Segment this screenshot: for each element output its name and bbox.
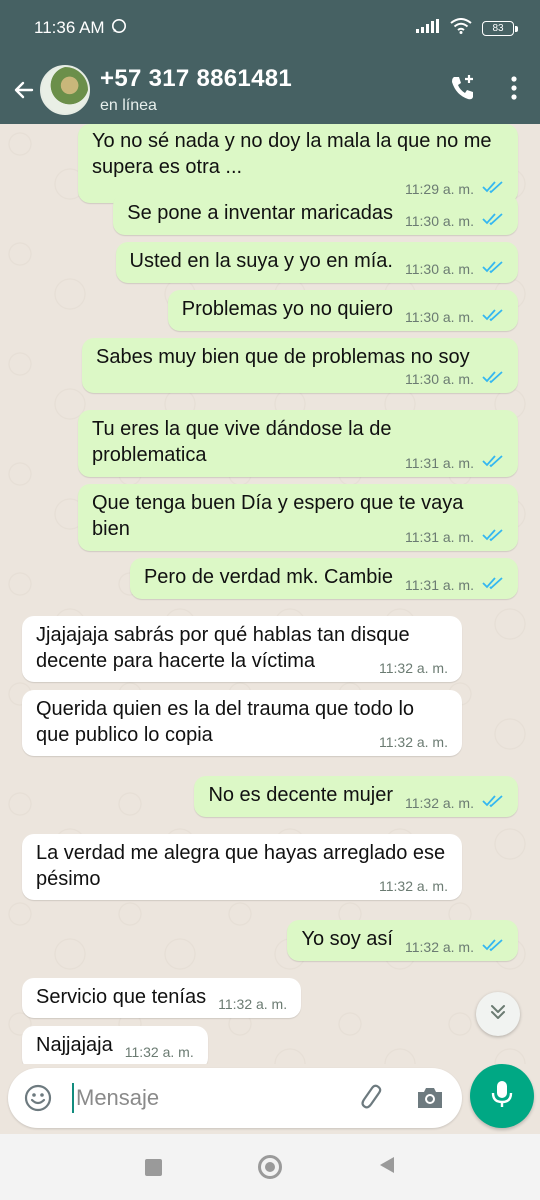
message-bubble[interactable]: Yo no sé nada y no doy la mala la que no… [78,124,518,203]
message-bubble[interactable]: Problemas yo no quiero 11:30 a. m. [167,290,518,331]
message-time: 11:31 a. m. [404,576,474,593]
double-check-icon [482,528,504,545]
scroll-down-button[interactable] [476,992,520,1036]
camera-icon[interactable] [410,1078,450,1118]
chat-header: +57 317 8861481 en línea [0,56,540,124]
text-cursor [72,1083,74,1113]
status-time: 11:36 AM [34,18,105,37]
message-bubble[interactable]: No es decente mujer 11:32 a. m. [194,776,518,817]
message-time: 11:32 a. m. [378,660,448,676]
message-bubble[interactable]: Pero de verdad mk. Cambie 11:31 a. m. [129,558,518,599]
message-time: 11:32 a. m. [218,996,288,1012]
home-button[interactable] [257,1155,282,1179]
message-text: Querida quien es la del trauma que todo … [36,698,415,746]
back-button[interactable] [378,1155,396,1180]
message-text: Usted en la suya y yo en mía. [129,250,393,272]
contact-status: en línea [100,97,157,114]
message-time: 11:32 a. m. [378,878,448,894]
message-text: Servicio que tenías [36,986,207,1008]
recents-button[interactable] [144,1158,162,1176]
more-vert-icon[interactable] [510,75,518,106]
mic-button[interactable] [470,1064,534,1128]
battery-indicator: 83 [482,20,518,36]
message-text: Najjajaja [36,1034,113,1056]
status-bar: 11:36 AM 83 [0,0,540,56]
message-time: 11:30 a. m. [404,212,474,229]
message-time: 11:31 a. m. [404,454,474,471]
message-text: Yo soy así [301,928,393,950]
message-time: 11:32 a. m. [404,938,474,955]
message-text: Problemas yo no quiero [181,298,393,320]
attach-icon[interactable] [352,1078,392,1118]
wifi-icon [450,17,472,39]
message-bubble[interactable]: Usted en la suya y yo en mía. 11:30 a. m… [115,242,518,283]
double-check-icon [482,212,504,229]
message-text: Sabes muy bien que de problemas no soy [96,346,470,368]
message-text: Se pone a inventar maricadas [127,202,393,224]
whatsapp-icon [111,18,127,39]
message-time: 11:32 a. m. [404,794,474,811]
mic-icon [489,1079,515,1114]
message-time: 11:32 a. m. [124,1044,194,1060]
double-check-icon [482,370,504,387]
app-bar: 11:36 AM 83 +57 317 8861481 en línea [0,0,540,124]
message-bubble[interactable]: Servicio que tenías 11:32 a. m. [22,978,302,1018]
double-check-icon [482,938,504,955]
message-bubble[interactable]: La verdad me alegra que hayas arreglado … [22,834,462,900]
contact-name: +57 317 8861481 [100,65,293,92]
message-bubble[interactable]: Tu eres la que vive dándose la de proble… [78,410,518,477]
message-bubble[interactable]: Jjajajaja sabrás por qué hablas tan disq… [22,616,462,682]
message-bubble[interactable]: Querida quien es la del trauma que todo … [22,690,462,756]
double-check-icon [482,454,504,471]
double-check-icon [482,794,504,811]
chat-area[interactable]: Yo no sé nada y no doy la mala la que no… [0,124,540,1064]
message-time: 11:32 a. m. [378,734,448,750]
message-bubble[interactable]: Najjajaja 11:32 a. m. [22,1026,208,1064]
message-bubble[interactable]: Se pone a inventar maricadas 11:30 a. m. [113,194,518,235]
scroll-down-icon [488,1002,508,1027]
message-bubble[interactable]: Que tenga buen Día y espero que te vaya … [78,484,518,551]
signal-icon [416,18,440,38]
emoji-icon[interactable] [18,1078,58,1118]
message-time: 11:30 a. m. [404,260,474,277]
double-check-icon [482,308,504,325]
message-text: No es decente mujer [208,784,393,806]
double-check-icon [482,576,504,593]
message-composer [8,1068,462,1128]
message-input[interactable] [76,1085,336,1111]
message-time: 11:30 a. m. [404,370,474,387]
message-text: Pero de verdad mk. Cambie [143,566,393,588]
message-text: Yo no sé nada y no doy la mala la que no… [92,130,492,178]
avatar[interactable] [40,65,90,115]
message-time: 11:30 a. m. [404,308,474,325]
back-arrow-icon[interactable] [4,70,44,110]
message-bubble[interactable]: Yo soy así 11:32 a. m. [287,920,518,961]
system-nav-bar [0,1134,540,1200]
message-text: Tu eres la que vive dándose la de proble… [92,418,392,466]
contact-info[interactable]: +57 317 8861481 en línea [100,65,292,115]
message-bubble[interactable]: Sabes muy bien que de problemas no soy 1… [82,338,518,393]
add-call-icon[interactable] [448,73,478,108]
double-check-icon [482,260,504,277]
message-text: Jjajajaja sabrás por qué hablas tan disq… [36,624,410,672]
message-time: 11:31 a. m. [404,528,474,545]
